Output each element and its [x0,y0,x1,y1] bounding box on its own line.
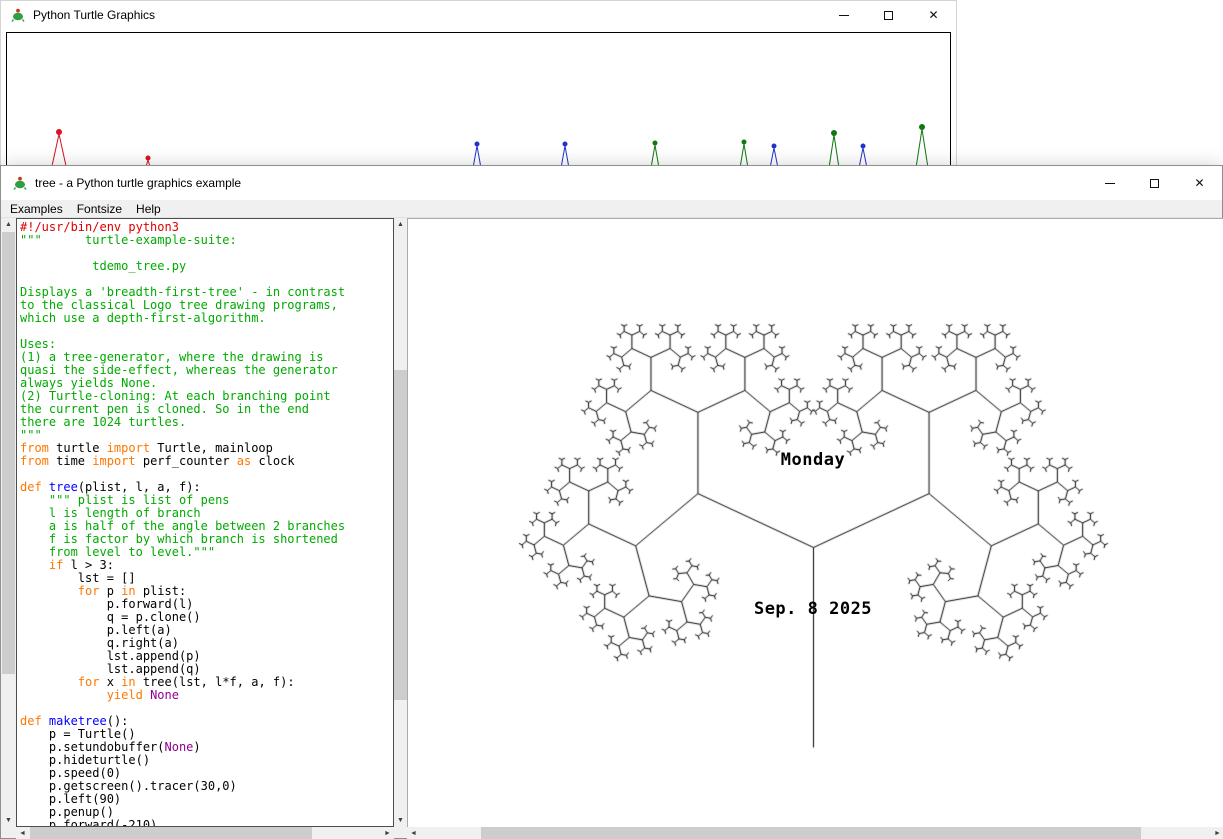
code-vscroll-thumb[interactable] [2,232,15,674]
code-line [20,325,393,338]
scroll-down-icon[interactable]: ▼ [2,814,15,827]
menu-bar: Examples Fontsize Help [1,200,1222,218]
fg-close-button[interactable]: ✕ [1177,166,1222,200]
canvas-vertical-scrollbar[interactable]: ▲ ▼ [394,218,407,827]
menu-fontsize[interactable]: Fontsize [70,200,129,217]
source-code-pane[interactable]: #!/usr/bin/env python3""" turtle-example… [16,218,394,827]
bg-window-title: Python Turtle Graphics [33,8,155,22]
close-icon: ✕ [1194,177,1204,189]
code-horizontal-scrollbar[interactable]: ◄ ► [16,827,394,839]
bg-minimize-button[interactable] [821,1,866,29]
code-line: p.forward(-210) [20,819,393,827]
code-line: yield None [20,689,393,702]
tree-demo-window: tree - a Python turtle graphics example … [0,165,1223,839]
fg-window-controls: ✕ [1087,166,1222,200]
code-line: which use a depth-first-algorithm. [20,312,393,325]
scroll-right-icon[interactable]: ► [1211,827,1223,839]
scroll-right-icon[interactable]: ► [381,827,394,839]
turtle-figure [916,124,928,168]
turtle-app-icon [10,7,26,23]
turtle-app-icon [12,175,28,191]
maximize-icon [884,11,893,20]
canvas-horizontal-scrollbar[interactable]: ◄ ► [407,827,1223,839]
scroll-up-icon[interactable]: ▲ [2,218,15,231]
minimize-icon [1105,183,1115,184]
turtle-figure [829,130,839,168]
code-line: tdemo_tree.py [20,260,393,273]
bg-window-controls: ✕ [821,1,956,29]
fractal-tree-drawing [408,219,1223,827]
code-line: """ turtle-example-suite: [20,234,393,247]
turtle-canvas-pane: Monday Sep. 8 2025 [407,218,1223,827]
fg-minimize-button[interactable] [1087,166,1132,200]
scroll-left-icon[interactable]: ◄ [407,827,420,839]
fg-titlebar: tree - a Python turtle graphics example … [1,166,1222,200]
scroll-up-icon[interactable]: ▲ [394,218,407,231]
scroll-left-icon[interactable]: ◄ [16,827,29,839]
code-line: from time import perf_counter as clock [20,455,393,468]
turtle-figure [651,141,659,169]
canvas-hscroll-thumb[interactable] [481,827,1141,839]
maximize-icon [1150,179,1159,188]
canvas-label-weekday: Monday [781,450,845,470]
bg-maximize-button[interactable] [866,1,911,29]
fg-window-title: tree - a Python turtle graphics example [35,176,241,190]
bg-titlebar: Python Turtle Graphics ✕ [1,1,956,29]
minimize-icon [839,15,849,16]
close-icon: ✕ [928,9,938,21]
code-hscroll-thumb[interactable] [30,827,312,839]
menu-help[interactable]: Help [129,200,168,217]
code-line: there are 1024 turtles. [20,416,393,429]
turtle-figure [740,140,748,169]
menu-examples[interactable]: Examples [1,200,70,217]
code-vertical-scrollbar[interactable]: ▲ ▼ [1,218,16,827]
fg-maximize-button[interactable] [1132,166,1177,200]
turtle-figure [52,129,66,166]
canvas-label-date: Sep. 8 2025 [754,599,872,619]
canvas-vscroll-thumb[interactable] [394,370,407,700]
scroll-down-icon[interactable]: ▼ [394,814,407,827]
bg-close-button[interactable]: ✕ [911,1,956,29]
